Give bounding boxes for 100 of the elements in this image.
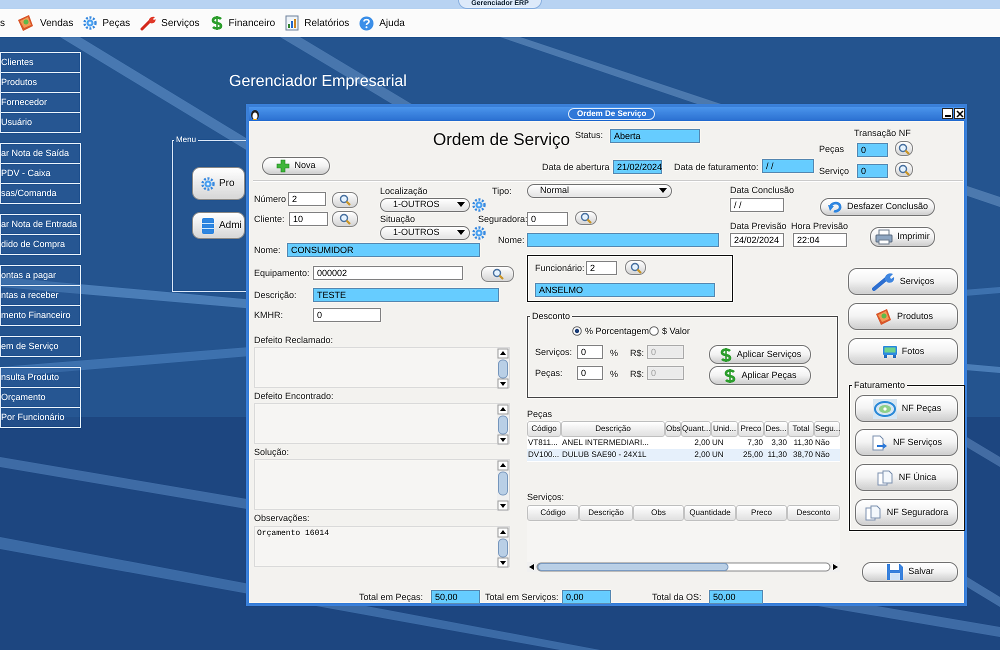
column-header[interactable]: Segu... (814, 421, 840, 437)
input-field[interactable]: 0 (577, 345, 603, 359)
column-header[interactable]: Desconto (787, 505, 840, 521)
input-field[interactable]: 0 (857, 164, 888, 178)
sidebar-item[interactable]: dido de Compra (0, 234, 81, 255)
input-field[interactable]: 24/02/2024 (730, 233, 784, 247)
search-button[interactable] (575, 211, 597, 225)
input-field[interactable]: 50,00 (709, 590, 763, 604)
button[interactable]: Produtos (848, 303, 958, 330)
search-button[interactable] (895, 141, 913, 156)
column-header[interactable]: Código (527, 421, 561, 437)
column-header[interactable]: Quantidade (684, 505, 736, 521)
input-field[interactable]: 2 (586, 261, 617, 275)
menu-item[interactable]: Serviços (140, 12, 200, 34)
minimize-button[interactable] (942, 108, 953, 119)
button[interactable]: Aplicar Serviços (709, 345, 811, 364)
button[interactable]: NF Serviços (855, 429, 958, 456)
sidebar-item[interactable]: Fornecedor (0, 92, 81, 113)
sidebar-item[interactable]: ar Nota de Saída (0, 143, 81, 164)
dropdown[interactable]: Normal (527, 184, 672, 198)
input-field[interactable]: 22:04 (793, 233, 847, 247)
column-header[interactable]: Preco (738, 421, 764, 437)
column-header[interactable]: Descrição (561, 421, 665, 437)
input-field[interactable]: 21/02/2024 (613, 160, 662, 174)
sidebar-item[interactable]: em de Serviço (0, 336, 81, 357)
sidebar-item[interactable]: ar Nota de Entrada (0, 214, 81, 235)
button[interactable]: NF Seguradora (855, 499, 958, 526)
input-field[interactable]: / / (762, 159, 814, 173)
sidebar-item[interactable]: mento Financeiro (0, 305, 81, 326)
table-row[interactable]: DV100... DULUB SAE90 - 24X1L 2,00 UN 25,00 11,30 38,70 Não (527, 449, 840, 461)
input-field[interactable]: Aberta (610, 129, 700, 143)
button[interactable]: Desfazer Conclusão (820, 198, 935, 216)
sidebar-item[interactable]: ontas a pagar (0, 265, 81, 286)
input-field[interactable]: ANSELMO (535, 283, 715, 297)
column-header[interactable]: Descrição (579, 505, 633, 521)
search-button[interactable] (895, 162, 913, 177)
search-button[interactable] (625, 260, 646, 275)
column-header[interactable]: Des... (764, 421, 788, 437)
sidebar-item[interactable]: nsulta Produto (0, 367, 81, 388)
column-header[interactable]: Obs (633, 505, 684, 521)
radio-button[interactable]: $ Valor (649, 325, 690, 337)
menu-item[interactable]: Vendas (15, 12, 74, 34)
menu-button[interactable]: Pro (192, 167, 245, 200)
button[interactable]: Salvar (862, 562, 958, 582)
button[interactable]: Nova (262, 157, 330, 175)
column-header[interactable]: Quant... (681, 421, 711, 437)
settings-button[interactable] (472, 198, 486, 212)
button[interactable]: Serviços (848, 268, 958, 295)
button[interactable]: Aplicar Peças (709, 366, 811, 385)
search-button[interactable] (332, 211, 358, 227)
sidebar-item[interactable]: Usuário (0, 112, 81, 133)
sidebar-item[interactable]: ntas a receber (0, 285, 81, 306)
search-button[interactable] (481, 266, 514, 282)
radio-button[interactable]: % Porcentagem (572, 325, 650, 337)
column-header[interactable]: Unid... (711, 421, 738, 437)
field-label: R$: (630, 347, 644, 359)
input-field[interactable]: 000002 (313, 266, 463, 280)
dropdown[interactable]: 1-OUTROS (380, 226, 470, 240)
menu-item[interactable]: Peças (83, 12, 130, 34)
input-field[interactable]: 2 (288, 192, 326, 206)
sidebar-item[interactable]: Orçamento (0, 387, 81, 408)
help-icon (359, 16, 374, 30)
sidebar-item[interactable]: Por Funcionário (0, 407, 81, 428)
scrollbar[interactable] (497, 527, 509, 568)
button[interactable]: NF Peças (855, 395, 958, 422)
input-field[interactable]: 0 (313, 308, 381, 322)
input-field[interactable] (527, 233, 719, 247)
input-field[interactable]: 0 (527, 212, 568, 226)
sidebar-item[interactable]: PDV - Caixa (0, 163, 81, 184)
input-field[interactable]: 50,00 (431, 590, 480, 604)
sidebar-item[interactable]: Clientes (0, 52, 81, 73)
input-field[interactable]: TESTE (313, 288, 499, 302)
input-field[interactable]: 0,00 (562, 590, 611, 604)
settings-button[interactable] (472, 226, 486, 240)
input-field[interactable]: CONSUMIDOR (287, 243, 480, 257)
sidebar-item[interactable]: Produtos (0, 72, 81, 93)
menu-item[interactable]: Financeiro (210, 12, 276, 34)
input-field[interactable]: 0 (577, 366, 603, 380)
search-button[interactable] (332, 192, 358, 208)
column-header[interactable]: Obs (665, 421, 681, 437)
column-header[interactable]: Código (527, 505, 579, 521)
dropdown[interactable]: 1-OUTROS (380, 198, 470, 212)
menu-item[interactable]: Ajuda (359, 12, 405, 34)
sidebar-item[interactable]: sas/Comanda (0, 183, 81, 204)
close-button[interactable] (954, 108, 965, 119)
scrollbar[interactable] (497, 460, 509, 511)
button[interactable]: Fotos (848, 338, 958, 365)
column-header[interactable]: Total (788, 421, 814, 437)
input-field[interactable]: 0 (857, 143, 888, 157)
menu-item[interactable]: s (0, 12, 5, 34)
menu-item[interactable]: Relatórios (285, 12, 350, 34)
input-field[interactable]: / / (730, 198, 784, 212)
menu-button[interactable]: Admi (192, 212, 245, 239)
scrollbar[interactable] (497, 348, 509, 389)
button[interactable]: Imprimir (870, 227, 935, 247)
scrollbar[interactable] (497, 404, 509, 445)
column-header[interactable]: Preco (736, 505, 787, 521)
text-area[interactable]: Orçamento 16014 (254, 526, 510, 567)
button[interactable]: NF Única (855, 464, 958, 491)
input-field[interactable]: 10 (289, 212, 328, 226)
